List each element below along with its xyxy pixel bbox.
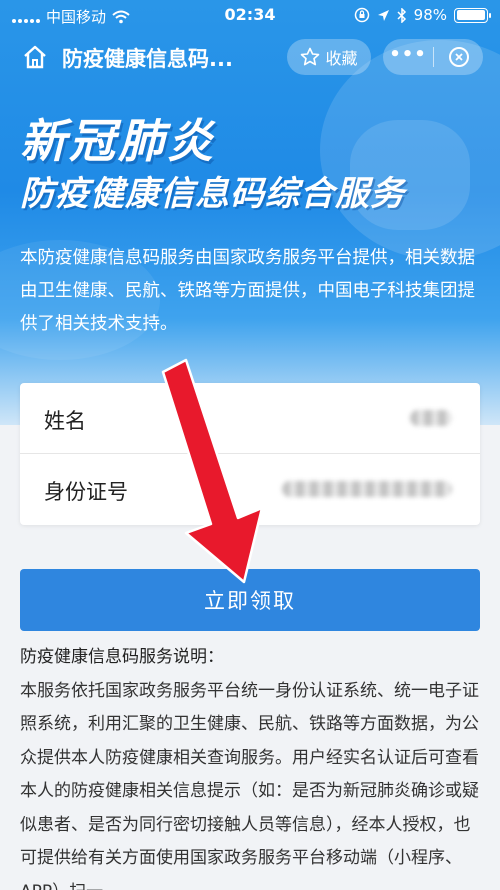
favorite-button[interactable]: 收藏 <box>287 39 371 75</box>
status-bar: 中国移动 02:34 98% <box>0 0 500 30</box>
id-number-label: 身份证号 <box>44 480 128 504</box>
claim-now-button[interactable]: 立即领取 <box>20 569 480 631</box>
name-row[interactable]: 姓名 <box>20 383 480 454</box>
id-number-value-redacted <box>282 481 452 497</box>
orientation-lock-icon <box>354 7 369 23</box>
bluetooth-icon <box>397 7 406 23</box>
more-icon[interactable]: ••• <box>383 44 433 65</box>
name-label: 姓名 <box>44 409 86 433</box>
hero-subheadline: 防疫健康信息码综合服务 <box>20 174 405 214</box>
name-value-redacted <box>410 410 452 426</box>
battery-percent: 98% <box>413 6 447 24</box>
notes-title: 防疫健康信息码服务说明： <box>20 647 224 667</box>
capsule-menu: ••• <box>383 39 483 75</box>
battery-icon <box>454 7 491 23</box>
notes-body: 本服务依托国家政务服务平台统一身份认证系统、统一电子证照系统，利用汇聚的卫生健康… <box>20 680 479 890</box>
close-circle-icon <box>448 47 469 67</box>
hero-headline: 新冠肺炎 <box>20 114 216 168</box>
id-number-row[interactable]: 身份证号 <box>20 454 480 525</box>
page-title: 防疫健康信息码... <box>62 47 233 71</box>
favorite-label: 收藏 <box>325 49 358 68</box>
nav-bar: 防疫健康信息码... 收藏 ••• <box>0 30 500 84</box>
intro-text: 本防疫健康信息码服务由国家政务服务平台提供，相关数据由卫生健康、民航、铁路等方面… <box>20 248 475 334</box>
home-icon[interactable] <box>22 44 48 70</box>
info-form: 姓名 身份证号 <box>20 383 480 525</box>
location-icon <box>377 9 389 21</box>
star-icon <box>301 47 320 66</box>
service-notes: 防疫健康信息码服务说明： 本服务依托国家政务服务平台统一身份认证系统、统一电子证… <box>20 641 480 890</box>
close-button[interactable] <box>434 46 483 68</box>
